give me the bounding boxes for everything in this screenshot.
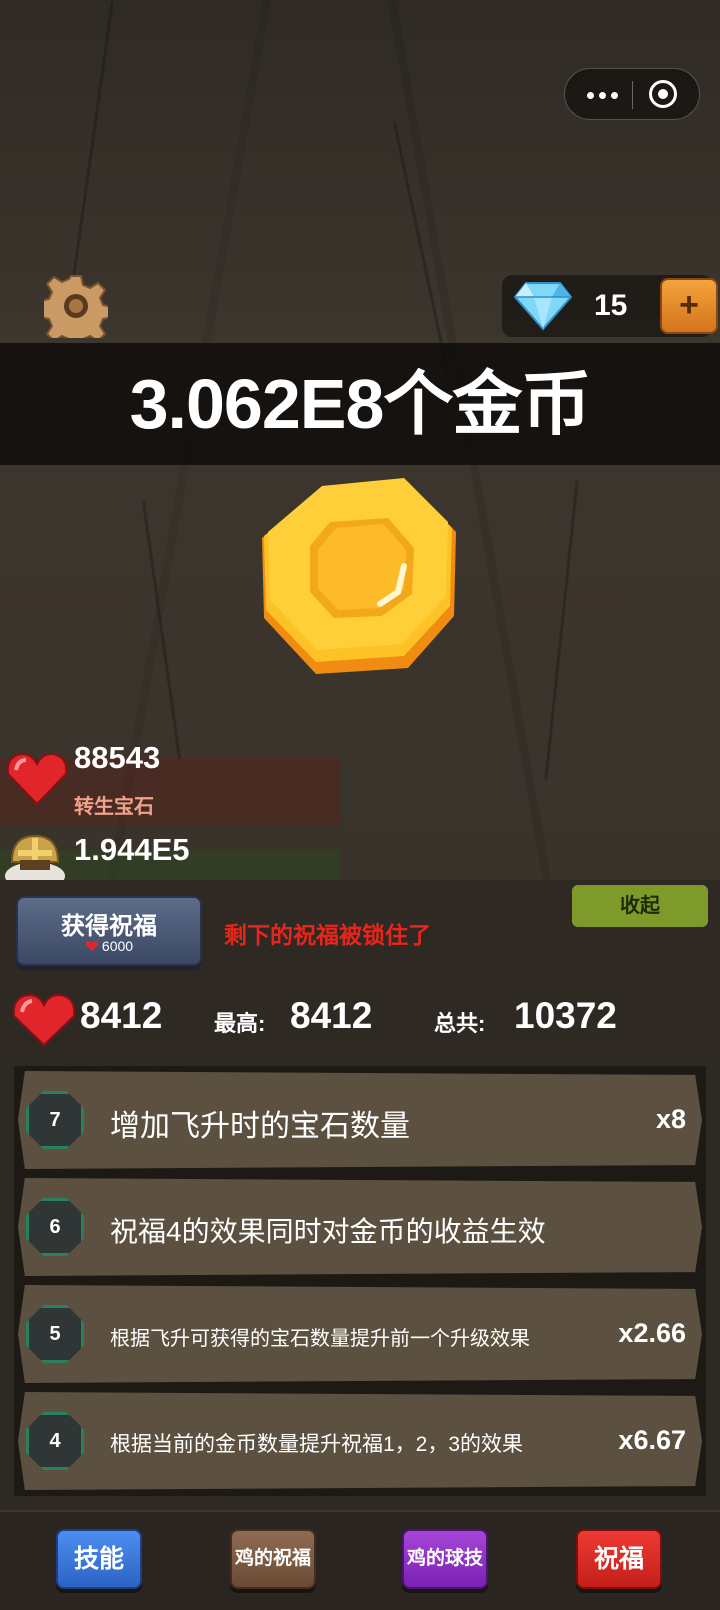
rebirth-gems-label: 转生宝石 bbox=[74, 796, 154, 818]
locked-message: 剩下的祝福被锁住了 bbox=[224, 922, 431, 948]
blessing-text: 祝福4的效果同时对金币的收益生效 bbox=[110, 1216, 546, 1247]
add-gems-button[interactable]: + bbox=[660, 278, 718, 334]
coin-banner: 3.062E8个金币 bbox=[0, 343, 720, 465]
blessing-text: 增加飞升时的宝石数量 bbox=[110, 1110, 410, 1143]
blessing-multiplier: x2.66 bbox=[618, 1318, 686, 1348]
blessing-text: 根据飞升可获得的宝石数量提升前一个升级效果 bbox=[110, 1328, 530, 1350]
nav-blessing-button[interactable]: 祝福 bbox=[576, 1529, 662, 1589]
gem-counter: 15 + bbox=[502, 275, 718, 337]
collapse-button[interactable]: 收起 bbox=[572, 885, 708, 927]
miniprogram-capsule bbox=[564, 68, 700, 120]
get-blessing-button[interactable]: 获得祝福 6000 bbox=[16, 896, 202, 966]
gear-icon[interactable] bbox=[44, 274, 108, 338]
heart-gem-icon bbox=[85, 939, 99, 951]
total-value: 10372 bbox=[514, 995, 617, 1036]
more-icon[interactable] bbox=[583, 83, 623, 107]
best-label: 最高: bbox=[214, 1011, 266, 1036]
blessing-multiplier: x6.67 bbox=[618, 1425, 686, 1455]
gem-count: 15 bbox=[594, 289, 628, 322]
blessing-multiplier: x8 bbox=[655, 1104, 686, 1134]
get-blessing-cost-row: 6000 bbox=[18, 938, 200, 954]
capsule-divider bbox=[632, 81, 633, 109]
knight-value: 1.944E5 bbox=[74, 832, 190, 867]
best-value: 8412 bbox=[290, 995, 373, 1036]
rebirth-gems-value: 88543 bbox=[74, 740, 161, 775]
nav-chicken-blessing-button[interactable]: 鸡的祝福 bbox=[230, 1529, 316, 1589]
current-gems-value: 8412 bbox=[80, 995, 163, 1036]
rebirth-gem-icon bbox=[6, 752, 68, 806]
get-blessing-cost: 6000 bbox=[101, 938, 134, 954]
nav-chicken-ball-button[interactable]: 鸡的球技 bbox=[402, 1529, 488, 1589]
total-label: 总共: bbox=[434, 1011, 486, 1036]
blessing-text: 根据当前的金币数量提升祝福1，2，3的效果 bbox=[110, 1433, 524, 1456]
heart-gem-icon bbox=[12, 993, 76, 1047]
get-blessing-title: 获得祝福 bbox=[61, 913, 157, 940]
coin-icon[interactable] bbox=[258, 478, 464, 684]
nav-skills-button[interactable]: 技能 bbox=[56, 1529, 142, 1589]
diamond-icon bbox=[514, 282, 572, 331]
coin-total: 3.062E8个金币 bbox=[129, 365, 592, 443]
close-icon[interactable] bbox=[649, 80, 677, 108]
